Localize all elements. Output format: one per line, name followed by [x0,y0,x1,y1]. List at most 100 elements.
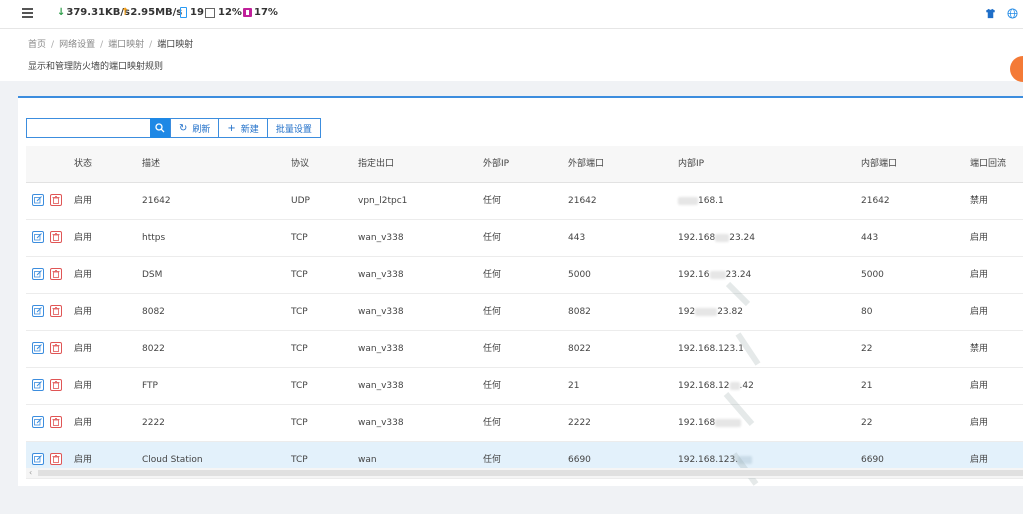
edit-button[interactable] [32,453,44,465]
delete-button[interactable] [50,416,62,428]
column-protocol[interactable]: 协议 [291,146,309,182]
delete-button[interactable] [50,194,62,206]
cell-status: 启用 [74,418,93,428]
cell-protocol: UDP [291,196,310,206]
cell-external-port: 8082 [568,307,591,317]
cell-status: 启用 [74,196,93,206]
column-internal-ip[interactable]: 内部IP [678,146,704,182]
cell-interface: wan_v338 [358,381,404,391]
cell-internal-port: 22 [861,344,873,354]
breadcrumb: 首页 / 网络设置 / 端口映射 / 端口映射 [28,40,194,50]
cell-external-port: 5000 [568,270,591,280]
cell-external-ip: 任何 [483,270,502,280]
delete-button[interactable] [50,231,62,243]
edit-button[interactable] [32,305,44,317]
cell-external-ip: 任何 [483,381,502,391]
column-internal-port[interactable]: 内部端口 [861,146,897,182]
column-status[interactable]: 状态 [74,146,92,182]
cell-loopback: 禁用 [970,344,989,354]
delete-button[interactable] [50,305,62,317]
horizontal-scrollbar[interactable]: ‹ [26,468,1023,478]
internal-ip-visible-start: 192.168 [678,233,716,243]
delete-button[interactable] [50,379,62,391]
batch-settings-button[interactable]: 批量设置 [267,118,321,138]
toolbar: ↻ 刷新 + 新建 批量设置 [26,118,321,138]
theme-shirt-icon[interactable] [985,8,996,19]
cell-external-ip: 任何 [483,307,502,317]
breadcrumb-home[interactable]: 首页 [28,40,46,50]
edit-button[interactable] [32,342,44,354]
cell-external-ip: 任何 [483,418,502,428]
port-mapping-panel: ↻ 刷新 + 新建 批量设置 状态 描述 协议 指定出口 外部IP 外部端口 内… [18,96,1023,486]
device-count: 19 [180,7,204,18]
edit-icon [34,455,42,463]
table-row[interactable]: 启用 8022 TCP wan_v338 任何 8022 192.168.123… [26,331,1023,368]
new-label: 新建 [240,124,259,135]
table-row[interactable]: 启用 https TCP wan_v338 任何 443 192.168 23.2… [26,220,1023,257]
cpu-usage-value: 12% [218,7,242,18]
edit-icon [34,307,42,315]
cell-description: FTP [142,381,158,391]
column-loopback[interactable]: 端口回流 [970,146,1006,182]
cell-internal-port: 22 [861,418,873,428]
cell-interface: vpn_l2tpc1 [358,196,408,206]
cell-description: 8022 [142,344,165,354]
breadcrumb-network[interactable]: 网络设置 [59,40,95,50]
cell-internal-ip: 192.168 23.24 [678,220,755,256]
breadcrumb-current: 端口映射 [157,40,194,50]
table-row[interactable]: 启用 DSM TCP wan_v338 任何 5000 192.16 23.24 … [26,257,1023,294]
cell-status: 启用 [74,344,93,354]
redaction-blur [695,307,718,316]
edit-icon [34,418,42,426]
cell-external-ip: 任何 [483,344,502,354]
column-interface[interactable]: 指定出口 [358,146,394,182]
cell-status: 启用 [74,381,93,391]
batch-settings-label: 批量设置 [275,124,312,135]
search-button[interactable] [150,118,170,138]
cell-external-port: 443 [568,233,586,243]
trash-icon [52,455,60,463]
cell-description: https [142,233,166,243]
column-external-ip[interactable]: 外部IP [483,146,509,182]
cell-description: 2222 [142,418,165,428]
edit-button[interactable] [32,268,44,280]
refresh-label: 刷新 [192,124,211,135]
cell-internal-port: 21642 [861,196,890,206]
cell-external-port: 21642 [568,196,597,206]
column-external-port[interactable]: 外部端口 [568,146,604,182]
port-mapping-table: 状态 描述 协议 指定出口 外部IP 外部端口 内部IP 内部端口 端口回流 启… [26,146,1023,479]
cell-status: 启用 [74,307,93,317]
table-row[interactable]: 启用 2222 TCP wan_v338 任何 2222 192.168 22 … [26,405,1023,442]
search-input[interactable] [26,118,150,138]
column-description[interactable]: 描述 [142,146,160,182]
trash-icon [52,233,60,241]
redaction-blur [678,196,698,205]
edit-button[interactable] [32,379,44,391]
breadcrumb-port-mapping[interactable]: 端口映射 [108,40,144,50]
scroll-left-icon[interactable]: ‹ [29,468,32,478]
cell-external-port: 8022 [568,344,591,354]
menu-toggle-icon[interactable] [22,8,33,18]
delete-button[interactable] [50,342,62,354]
scrollbar-thumb[interactable] [38,470,1023,476]
internal-ip-visible-start: 192.168 [678,418,716,428]
delete-button[interactable] [50,268,62,280]
internal-ip-visible-end: 23.24 [729,233,755,243]
edit-button[interactable] [32,231,44,243]
table-row[interactable]: 启用 21642 UDP vpn_l2tpc1 任何 21642 168.1 2… [26,183,1023,220]
language-globe-icon[interactable] [1007,8,1018,19]
trash-icon [52,196,60,204]
refresh-button[interactable]: ↻ 刷新 [170,118,220,138]
cell-loopback: 启用 [970,233,989,243]
edit-button[interactable] [32,194,44,206]
memory-usage: 17% [243,7,278,18]
trash-icon [52,418,60,426]
new-button[interactable]: + 新建 [219,118,268,138]
cell-protocol: TCP [291,270,308,280]
delete-button[interactable] [50,453,62,465]
cell-interface: wan_v338 [358,233,404,243]
table-row[interactable]: 启用 FTP TCP wan_v338 任何 21 192.168.12.42 … [26,368,1023,405]
table-row[interactable]: 启用 8082 TCP wan_v338 任何 8082 192 23.82 80… [26,294,1023,331]
edit-button[interactable] [32,416,44,428]
cell-interface: wan_v338 [358,270,404,280]
